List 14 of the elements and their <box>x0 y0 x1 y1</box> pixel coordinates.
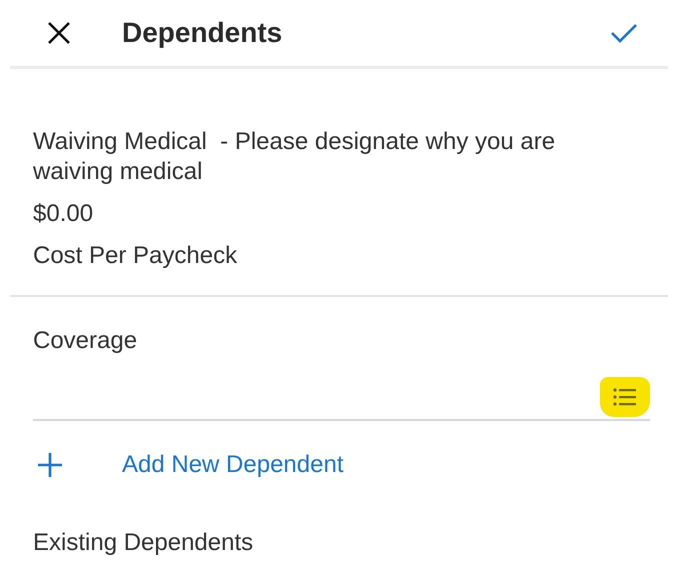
close-icon <box>46 20 72 46</box>
add-dependent-link[interactable]: Add New Dependent <box>122 451 344 479</box>
coverage-label: Coverage <box>33 327 138 355</box>
cost-amount: $0.00 <box>33 199 94 229</box>
plan-description: Waiving Medical - Please designate why you are waiving medical <box>33 127 556 187</box>
close-button[interactable] <box>46 20 72 46</box>
check-icon <box>610 22 638 44</box>
list-icon <box>613 387 637 407</box>
page-title: Dependents <box>122 17 284 49</box>
confirm-button[interactable] <box>610 22 638 44</box>
plus-icon[interactable] <box>36 451 64 479</box>
list-button[interactable] <box>600 377 650 417</box>
cost-label: Cost Per Paycheck <box>33 241 238 271</box>
existing-dependents-heading: Existing Dependents <box>32 528 254 557</box>
